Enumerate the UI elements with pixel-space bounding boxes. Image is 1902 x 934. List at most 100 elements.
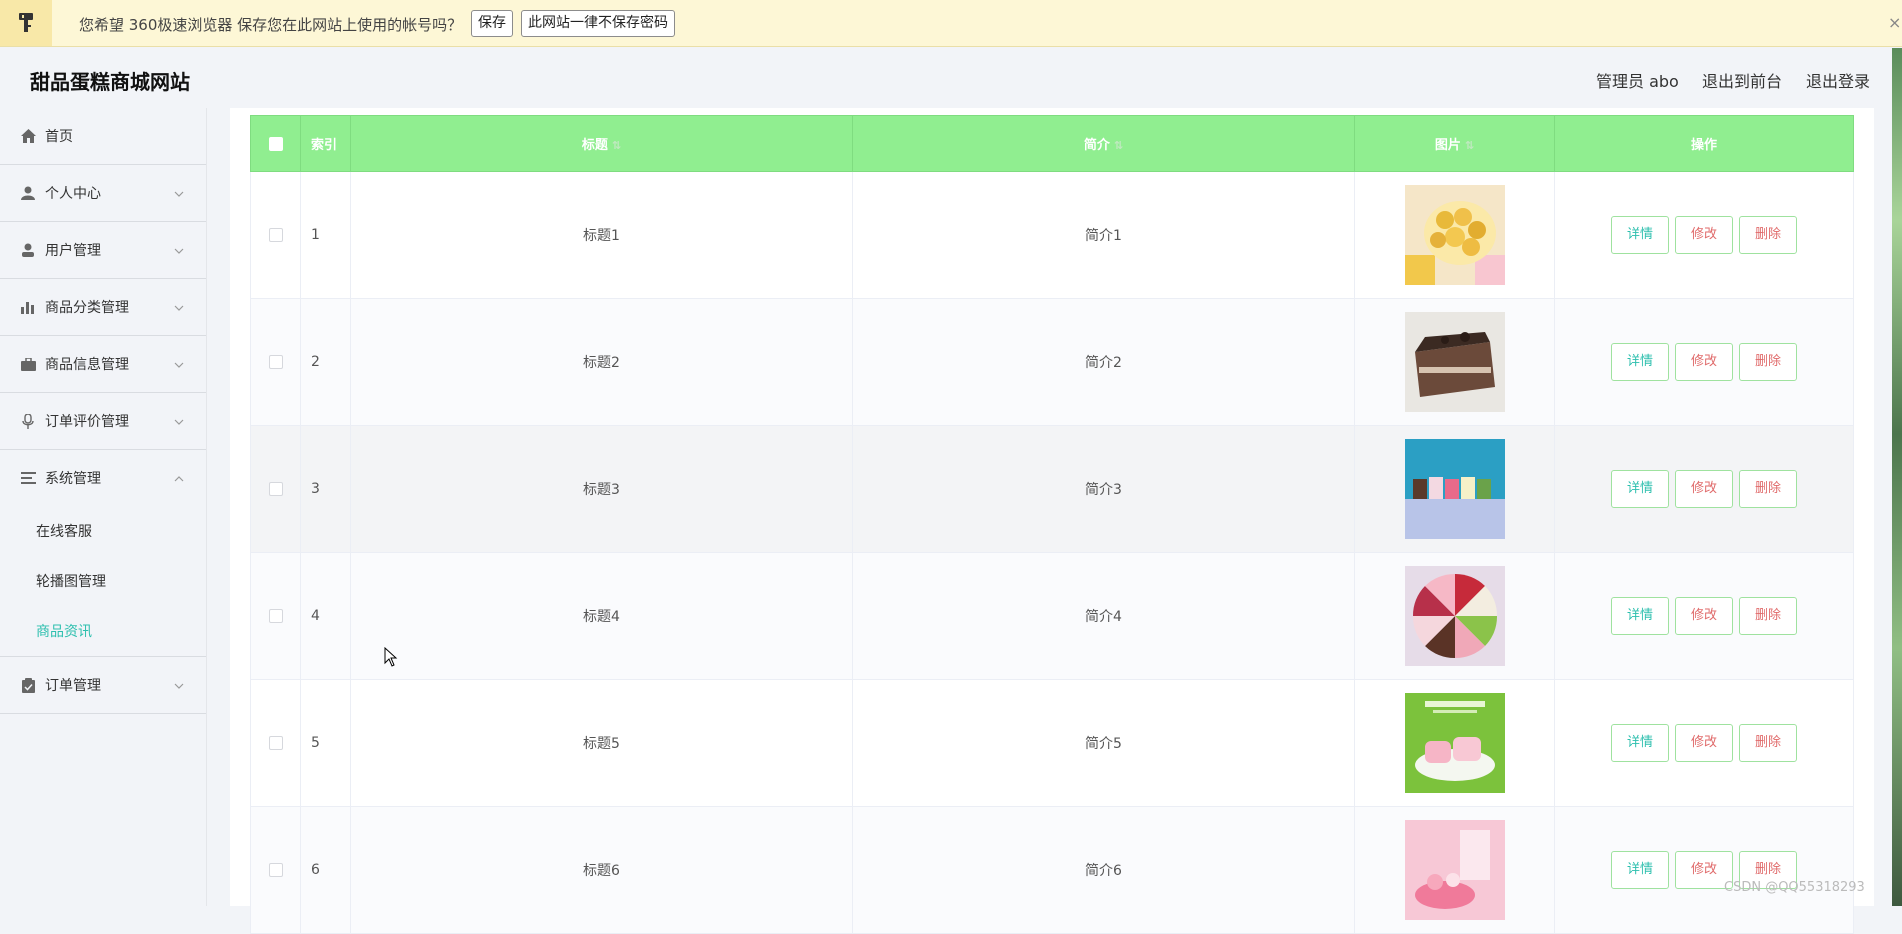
sort-icon[interactable]: ⇅ — [612, 139, 621, 152]
detail-button[interactable]: 详情 — [1611, 597, 1669, 635]
admin-user-label: 管理员 abo — [1596, 72, 1679, 91]
row-select-cell — [250, 679, 301, 807]
row-title: 标题5 — [350, 679, 853, 807]
row-image-cell — [1354, 425, 1555, 553]
detail-button[interactable]: 详情 — [1611, 851, 1669, 889]
save-password-button[interactable]: 保存 — [471, 10, 513, 37]
select-all-checkbox[interactable] — [268, 136, 283, 151]
chevron-down-icon — [174, 677, 184, 693]
back-to-frontend-link[interactable]: 退出到前台 — [1702, 68, 1782, 92]
sidebar-item-review-management[interactable]: 订单评价管理 — [0, 393, 206, 450]
sidebar-item-personal-center[interactable]: 个人中心 — [0, 165, 206, 222]
delete-button[interactable]: 删除 — [1739, 343, 1797, 381]
watermark: CSDN @QQ55318293 — [1724, 880, 1865, 895]
edit-button[interactable]: 修改 — [1675, 724, 1733, 762]
row-index: 6 — [300, 806, 351, 934]
product-image — [1404, 439, 1505, 539]
password-save-bar: 您希望 360极速浏览器 保存您在此网站上使用的帐号吗？ 保存 此网站一律不保存… — [0, 0, 1902, 47]
sort-icon[interactable]: ⇅ — [1114, 139, 1123, 152]
close-icon[interactable]: × — [1888, 13, 1901, 32]
sidebar-item-user-management[interactable]: 用户管理 — [0, 222, 206, 279]
site-title: 甜品蛋糕商城网站 — [30, 70, 190, 94]
row-checkbox[interactable] — [268, 355, 283, 369]
sidebar-subitem-carousel[interactable]: 轮播图管理 — [0, 556, 206, 606]
chevron-up-icon — [174, 470, 184, 486]
detail-button[interactable]: 详情 — [1611, 470, 1669, 508]
delete-button[interactable]: 删除 — [1739, 216, 1797, 254]
product-image — [1404, 820, 1505, 920]
delete-button[interactable]: 删除 — [1739, 470, 1797, 508]
bar-chart-icon — [20, 299, 36, 315]
never-save-button[interactable]: 此网站一律不保存密码 — [521, 10, 675, 37]
row-actions: 详情 修改 删除 — [1554, 552, 1854, 680]
row-title: 标题6 — [350, 806, 853, 934]
column-header-title[interactable]: 标题 ⇅ — [350, 115, 853, 172]
row-checkbox[interactable] — [268, 609, 283, 623]
sidebar-item-label: 商品信息管理 — [45, 357, 129, 373]
sidebar-item-label: 用户管理 — [45, 243, 101, 259]
sidebar-subitem-online-service[interactable]: 在线客服 — [0, 506, 206, 556]
logout-link[interactable]: 退出登录 — [1806, 68, 1870, 92]
sidebar-item-label: 商品分类管理 — [45, 300, 129, 316]
sidebar-item-home[interactable]: 首页 — [0, 108, 206, 165]
row-checkbox[interactable] — [268, 863, 283, 877]
chevron-down-icon — [174, 299, 184, 315]
sidebar-item-label: 个人中心 — [45, 186, 101, 202]
column-intro-label: 简介 — [1083, 138, 1110, 153]
briefcase-icon — [20, 356, 36, 372]
delete-button[interactable]: 删除 — [1739, 724, 1797, 762]
row-index: 5 — [300, 679, 351, 807]
edit-button[interactable]: 修改 — [1675, 216, 1733, 254]
edit-button[interactable]: 修改 — [1675, 343, 1733, 381]
table-header-row: 索引 标题 ⇅ 简介 ⇅ 图片 ⇅ 操作 — [250, 115, 1854, 172]
clipboard-icon — [20, 677, 36, 693]
detail-button[interactable]: 详情 — [1611, 216, 1669, 254]
row-actions: 详情 修改 删除 — [1554, 679, 1854, 807]
row-title: 标题1 — [350, 171, 853, 299]
row-checkbox[interactable] — [268, 228, 283, 242]
news-table: 索引 标题 ⇅ 简介 ⇅ 图片 ⇅ 操作 1 标题1 简介1 详情 修改 删除 … — [250, 115, 1854, 934]
column-header-image[interactable]: 图片 ⇅ — [1354, 115, 1555, 172]
sidebar-item-label: 订单评价管理 — [45, 414, 129, 430]
table-row: 2 标题2 简介2 详情 修改 删除 — [250, 298, 1854, 426]
chevron-down-icon — [174, 356, 184, 372]
key-icon — [0, 0, 52, 46]
edit-button[interactable]: 修改 — [1675, 470, 1733, 508]
column-header-index: 索引 — [300, 115, 351, 172]
detail-button[interactable]: 详情 — [1611, 724, 1669, 762]
detail-button[interactable]: 详情 — [1611, 343, 1669, 381]
sort-icon[interactable]: ⇅ — [1465, 139, 1474, 152]
select-all-cell — [250, 115, 301, 172]
sidebar-item-label: 首页 — [45, 129, 73, 145]
sidebar-item-order-management[interactable]: 订单管理 — [0, 657, 206, 714]
chevron-down-icon — [174, 242, 184, 258]
sidebar-subitem-product-news[interactable]: 商品资讯 — [0, 606, 206, 656]
row-checkbox[interactable] — [268, 482, 283, 496]
person-icon — [20, 185, 36, 201]
delete-button[interactable]: 删除 — [1739, 597, 1797, 635]
table-row: 1 标题1 简介1 详情 修改 删除 — [250, 171, 1854, 299]
user-icon — [20, 242, 36, 258]
sidebar-item-system-management[interactable]: 系统管理 — [0, 450, 206, 506]
row-title: 标题4 — [350, 552, 853, 680]
sidebar-item-label: 系统管理 — [45, 471, 101, 487]
background-window-edge — [1892, 48, 1902, 906]
row-select-cell — [250, 425, 301, 553]
edit-button[interactable]: 修改 — [1675, 597, 1733, 635]
row-index: 3 — [300, 425, 351, 553]
column-header-intro[interactable]: 简介 ⇅ — [852, 115, 1355, 172]
row-intro: 简介4 — [852, 552, 1355, 680]
system-submenu: 在线客服 轮播图管理 商品资讯 — [0, 506, 206, 657]
product-image — [1404, 312, 1505, 412]
sidebar-menu: 首页 个人中心 用户管理 商品分类管理 商品信息管理 订单评价管理 系统管理 在… — [0, 108, 207, 906]
row-intro: 简介1 — [852, 171, 1355, 299]
sidebar-item-product-management[interactable]: 商品信息管理 — [0, 336, 206, 393]
row-checkbox[interactable] — [268, 736, 283, 750]
row-select-cell — [250, 806, 301, 934]
row-index: 1 — [300, 171, 351, 299]
row-title: 标题3 — [350, 425, 853, 553]
product-image — [1404, 693, 1505, 793]
home-icon — [20, 128, 36, 144]
row-title: 标题2 — [350, 298, 853, 426]
sidebar-item-category-management[interactable]: 商品分类管理 — [0, 279, 206, 336]
